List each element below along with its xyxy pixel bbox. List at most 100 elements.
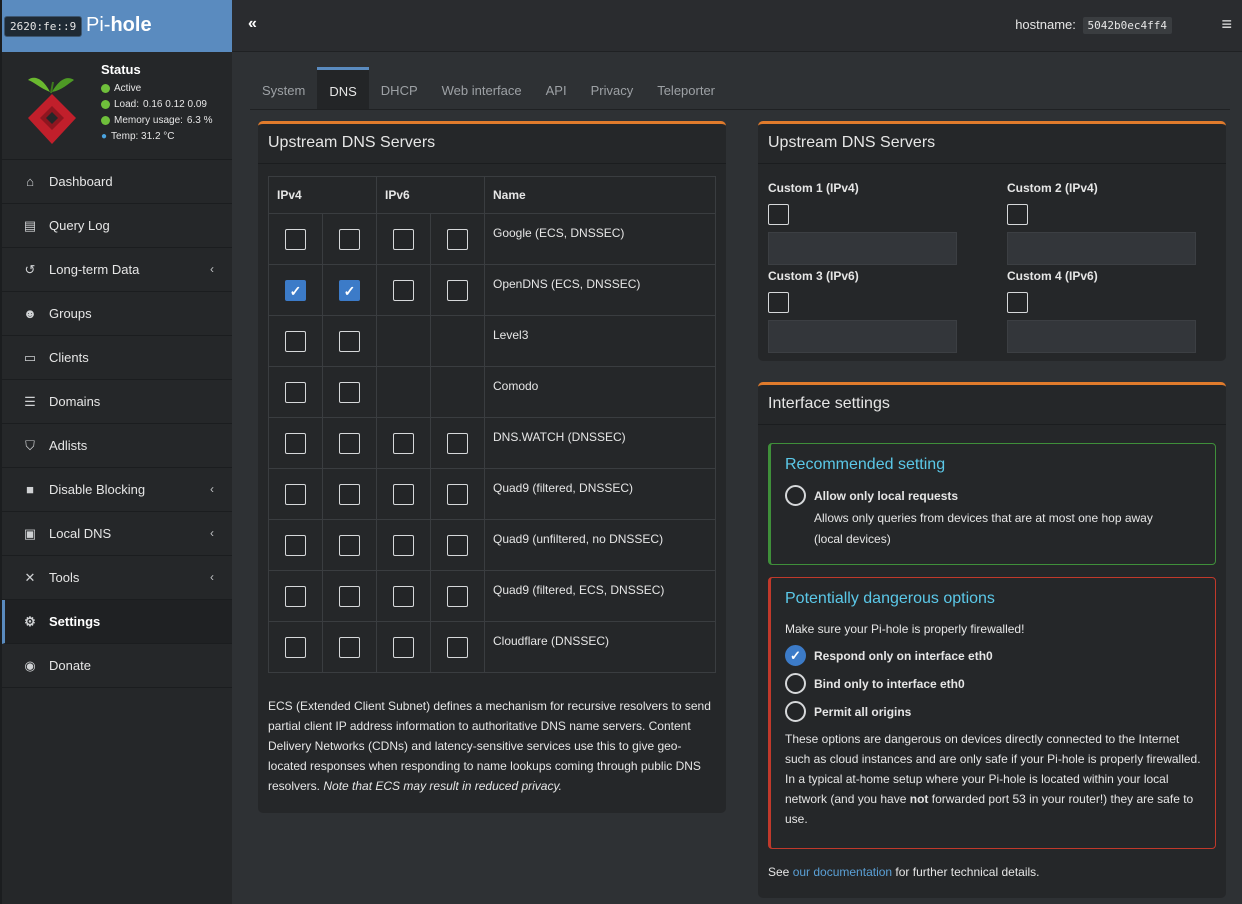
ipv6-primary-checkbox[interactable] — [393, 228, 414, 250]
ipv6-secondary-checkbox[interactable] — [447, 483, 468, 505]
ipv6-secondary-checkbox[interactable] — [447, 228, 468, 250]
local-requests-label[interactable]: Allow only local requests — [814, 489, 958, 503]
custom4-checkbox[interactable] — [1007, 292, 1028, 313]
ipv4-secondary-checkbox[interactable] — [339, 381, 360, 403]
bind-eth0-label[interactable]: Bind only to interface eth0 — [814, 677, 965, 691]
custom4-input[interactable] — [1007, 320, 1196, 353]
memory-dot-icon — [101, 116, 110, 125]
laptop-icon: ▭ — [23, 349, 37, 365]
top-bar: « hostname: 5042b0ec4ff4 ≡ — [232, 0, 1242, 52]
status-active-text: Active — [114, 83, 142, 94]
chevron-left-icon: ‹ — [210, 570, 214, 584]
status-dot-icon — [101, 84, 110, 93]
ipv4-secondary-checkbox[interactable]: ✓ — [339, 279, 360, 301]
tab-api[interactable]: API — [534, 67, 579, 109]
checkbox-cell — [376, 519, 431, 571]
tab-dhcp[interactable]: DHCP — [369, 67, 430, 109]
nav-local-dns[interactable]: ▣ Local DNS ‹ — [2, 512, 232, 556]
nav-long-term-data[interactable]: ↺ Long-term Data ‹ — [2, 248, 232, 292]
custom1-input[interactable] — [768, 232, 957, 265]
checkbox-cell — [430, 468, 485, 520]
hostname: hostname: 5042b0ec4ff4 — [1015, 17, 1172, 34]
status-load: Load: 0.16 0.12 0.09 — [101, 99, 207, 110]
status-panel: Status Active Load: 0.16 0.12 0.09 Memory… — [2, 52, 232, 160]
doc-see: See — [768, 865, 793, 879]
checkbox-cell: ✓ — [322, 264, 377, 316]
status-memory: Memory usage: 6.3 % — [101, 115, 213, 126]
ipv4-secondary-checkbox[interactable] — [339, 432, 360, 454]
ipv4-primary-checkbox[interactable] — [285, 585, 306, 607]
nav-groups[interactable]: ☻ Groups — [2, 292, 232, 336]
ipv6-secondary-checkbox[interactable] — [447, 432, 468, 454]
status-active: Active — [101, 83, 141, 94]
tab-dns[interactable]: DNS — [317, 67, 369, 109]
gear-icon: ⚙ — [24, 613, 36, 629]
ipv6-secondary-checkbox[interactable] — [447, 585, 468, 607]
custom3-checkbox[interactable] — [768, 292, 789, 313]
ipv4-secondary-checkbox[interactable] — [339, 636, 360, 658]
checkbox-cell — [322, 468, 377, 520]
ipv4-primary-checkbox[interactable] — [285, 636, 306, 658]
ipv4-primary-checkbox[interactable] — [285, 381, 306, 403]
tab-system[interactable]: System — [250, 67, 317, 109]
checkbox-cell — [376, 264, 431, 316]
nav-domains[interactable]: ☰ Domains — [2, 380, 232, 424]
ipv6-primary-checkbox[interactable] — [393, 534, 414, 556]
ipv6-primary-checkbox[interactable] — [393, 432, 414, 454]
tab-web-interface[interactable]: Web interface — [430, 67, 534, 109]
ipv4-primary-checkbox[interactable]: ✓ — [285, 279, 306, 301]
ipv6-secondary-checkbox[interactable] — [447, 279, 468, 301]
nav-dashboard[interactable]: ⌂ Dashboard — [2, 160, 232, 204]
recommended-title: Recommended setting — [785, 456, 946, 473]
ipv4-primary-checkbox[interactable] — [285, 330, 306, 352]
nav-tools[interactable]: ✕ Tools ‹ — [2, 556, 232, 600]
custom1-checkbox[interactable] — [768, 204, 789, 225]
ipv6-secondary-checkbox[interactable] — [447, 636, 468, 658]
users-icon: ☻ — [23, 306, 37, 321]
ipv6-primary-checkbox[interactable] — [393, 636, 414, 658]
ipv4-secondary-checkbox[interactable] — [339, 228, 360, 250]
sidebar-toggle-button[interactable]: « — [248, 15, 257, 33]
brand-bar[interactable]: 2620:fe::9 Pi-hole — [2, 0, 232, 52]
ipv4-primary-checkbox[interactable] — [285, 228, 306, 250]
server-name: Quad9 (filtered, DNSSEC) — [484, 468, 716, 520]
tab-teleporter[interactable]: Teleporter — [645, 67, 727, 109]
ipv4-primary-checkbox[interactable] — [285, 432, 306, 454]
ipv4-secondary-checkbox[interactable] — [339, 585, 360, 607]
upstream-dns-table: IPv4 IPv6 Name Google (ECS, DNSSEC) ✓ ✓ Ope… — [268, 176, 716, 673]
respond-eth0-label[interactable]: Respond only on interface eth0 — [814, 649, 993, 663]
nav-disable-blocking[interactable]: ■ Disable Blocking ‹ — [2, 468, 232, 512]
ipv4-secondary-checkbox[interactable] — [339, 483, 360, 505]
ipv4-secondary-checkbox[interactable] — [339, 534, 360, 556]
ipv6-primary-checkbox[interactable] — [393, 279, 414, 301]
ip-badge: 2620:fe::9 — [4, 16, 83, 37]
bind-eth0-radio[interactable] — [785, 673, 806, 694]
nav-settings[interactable]: ⚙ Settings — [2, 600, 232, 644]
permit-all-radio[interactable] — [785, 701, 806, 722]
ipv4-primary-checkbox[interactable] — [285, 534, 306, 556]
respond-eth0-radio[interactable]: ✓ — [785, 645, 806, 666]
ipv6-primary-checkbox[interactable] — [393, 585, 414, 607]
stop-icon: ■ — [26, 482, 34, 497]
nav-query-log[interactable]: ▤ Query Log — [2, 204, 232, 248]
ipv4-secondary-checkbox[interactable] — [339, 330, 360, 352]
custom1-label: Custom 1 (IPv4) — [768, 181, 859, 195]
custom2-checkbox[interactable] — [1007, 204, 1028, 225]
nav-donate[interactable]: ◉ Donate — [2, 644, 232, 688]
nav-label: Dashboard — [49, 174, 113, 189]
custom3-input[interactable] — [768, 320, 957, 353]
local-requests-radio[interactable] — [785, 485, 806, 506]
tab-privacy[interactable]: Privacy — [579, 67, 646, 109]
nav-label: Clients — [49, 350, 89, 365]
permit-all-label[interactable]: Permit all origins — [814, 705, 911, 719]
custom2-input[interactable] — [1007, 232, 1196, 265]
brand-name[interactable]: Pi-hole — [86, 14, 152, 37]
nav-clients[interactable]: ▭ Clients — [2, 336, 232, 380]
menu-icon[interactable]: ≡ — [1221, 14, 1232, 35]
ipv6-secondary-checkbox[interactable] — [447, 534, 468, 556]
ipv4-primary-checkbox[interactable] — [285, 483, 306, 505]
ipv6-primary-checkbox[interactable] — [393, 483, 414, 505]
checkbox-cell — [322, 417, 377, 469]
nav-adlists[interactable]: ⛉ Adlists — [2, 424, 232, 468]
documentation-link[interactable]: our documentation — [793, 865, 892, 879]
